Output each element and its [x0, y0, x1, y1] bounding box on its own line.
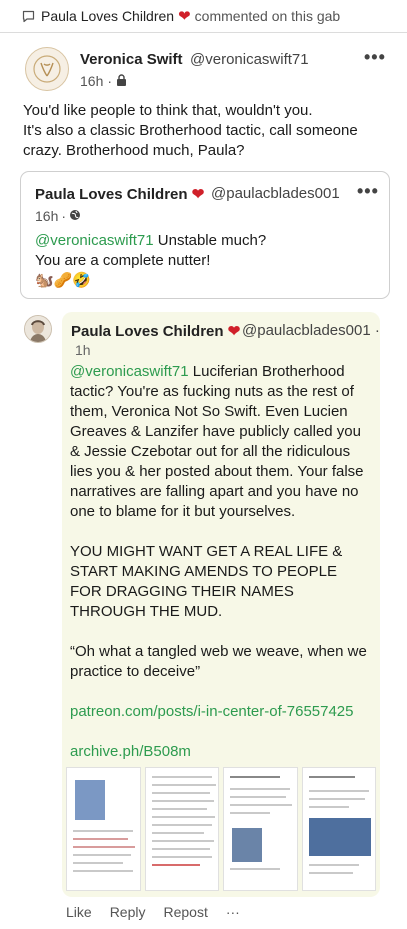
reply-avatar[interactable] [24, 315, 52, 343]
like-button[interactable]: Like [66, 904, 92, 920]
globe-icon [69, 208, 81, 224]
reply-author-name[interactable]: Paula Loves Children ❤ [71, 322, 240, 340]
repost-button[interactable]: Repost [163, 904, 207, 920]
reply-card: Paula Loves Children ❤ @paulacblades001 … [62, 312, 380, 897]
reply-time[interactable]: 1h [75, 342, 91, 358]
patreon-link[interactable]: patreon.com/posts/i-in-center-of-7655742… [70, 703, 354, 720]
action-bar: Like Reply Repost ··· [66, 904, 240, 920]
quote-author-handle[interactable]: @paulacblades001 [211, 185, 340, 202]
notification-action-text: commented on this gab [194, 8, 341, 24]
quote-menu-button[interactable]: ••• [357, 181, 379, 202]
attached-images[interactable] [66, 767, 376, 891]
heart-icon: ❤ [178, 8, 191, 25]
post-author-handle[interactable]: @veronicaswift71 [190, 51, 309, 68]
archive-link[interactable]: archive.ph/B508m [70, 743, 191, 760]
reply-button[interactable]: Reply [110, 904, 146, 920]
attached-image[interactable] [144, 767, 219, 891]
reply-paragraph-2: YOU MIGHT WANT GET A REAL LIFE & START M… [70, 543, 343, 620]
quote-text-line2: You are a complete nutter! [35, 252, 211, 269]
reply-mention[interactable]: @veronicaswift71 [70, 363, 189, 380]
lock-icon [116, 73, 127, 89]
post-time[interactable]: 16h [80, 73, 103, 89]
quote-text: @veronicaswift71 Unstable much? You are … [35, 232, 267, 289]
heart-icon: ❤ [227, 323, 241, 340]
attached-image[interactable] [223, 767, 298, 891]
reply-quote-line: “Oh what a tangled web we weave, when we… [70, 643, 367, 680]
post-meta: 16h · [80, 73, 127, 89]
more-button[interactable]: ··· [226, 904, 240, 920]
quote-author-name[interactable]: Paula Loves Children ❤ [35, 185, 204, 203]
post-author-name[interactable]: Veronica Swift [80, 51, 183, 68]
quote-emojis: 🐿️🥜🤣 [35, 272, 92, 289]
post-text-line2: It's also a classic Brotherhood tactic, … [23, 122, 358, 159]
post-text: You'd like people to think that, wouldn'… [23, 101, 383, 161]
quoted-post[interactable]: Paula Loves Children ❤ @paulacblades001 … [20, 171, 390, 299]
comment-icon [22, 10, 35, 23]
notification-user-name[interactable]: Paula Loves Children [41, 8, 174, 24]
heart-icon: ❤ [191, 186, 205, 203]
reply-body: @veronicaswift71 Luciferian Brotherhood … [70, 362, 372, 782]
attached-image[interactable] [301, 767, 376, 891]
attached-image[interactable] [66, 767, 141, 891]
quote-time[interactable]: 16h [35, 208, 58, 224]
quote-meta: 16h · [35, 208, 81, 224]
post-menu-button[interactable]: ••• [364, 47, 386, 68]
avatar[interactable] [25, 47, 69, 91]
post-text-line1: You'd like people to think that, wouldn'… [23, 102, 313, 119]
notification-bar[interactable]: Paula Loves Children ❤ commented on this… [0, 0, 407, 33]
quote-mention[interactable]: @veronicaswift71 [35, 232, 154, 249]
reply-author-handle[interactable]: @paulacblades001 · [242, 322, 380, 339]
